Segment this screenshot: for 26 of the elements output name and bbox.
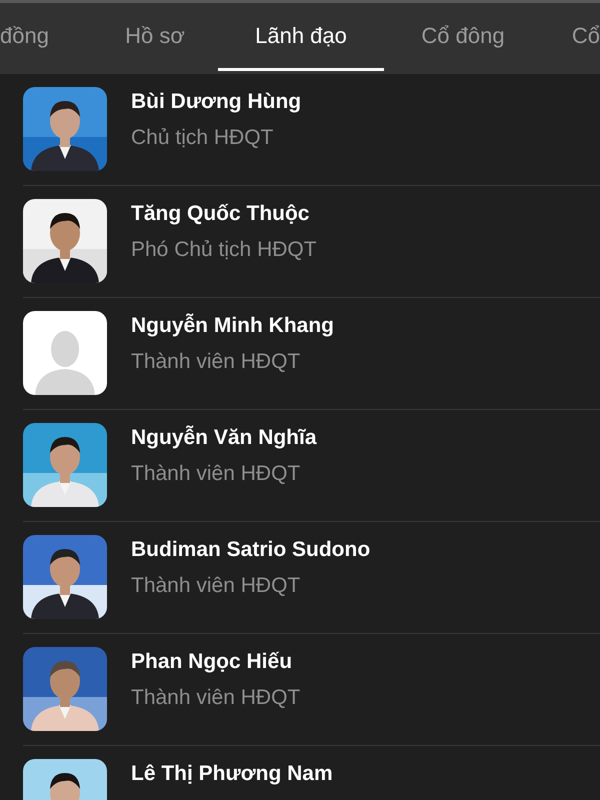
member-row[interactable]: Nguyễn Minh Khang Thành viên HĐQT xyxy=(23,298,600,410)
member-name: Nguyễn Minh Khang xyxy=(131,314,334,338)
member-role: Thành viên HĐQT xyxy=(131,350,302,374)
member-name: Phan Ngọc Hiếu xyxy=(131,650,294,674)
member-name: Bùi Dương Hùng xyxy=(131,90,302,114)
member-row[interactable]: Budiman Satrio Sudono Thành viên HĐQT xyxy=(23,522,600,634)
member-role: Phó Chủ tịch HĐQT xyxy=(131,238,317,262)
member-name: Tăng Quốc Thuộc xyxy=(131,202,310,226)
member-name: Lê Thị Phương Nam xyxy=(131,762,333,786)
member-row[interactable]: Lê Thị Phương Nam xyxy=(23,746,600,800)
tab[interactable]: Lãnh đạo xyxy=(218,3,384,71)
member-row[interactable]: Phan Ngọc Hiếu Thành viên HĐQT xyxy=(23,634,600,746)
member-row[interactable]: Nguyễn Văn Nghĩa Thành viên HĐQT xyxy=(23,410,600,522)
tab[interactable]: đồng xyxy=(0,3,92,71)
tab[interactable]: Cổ đông xyxy=(384,3,542,71)
member-role: Thành viên HĐQT xyxy=(131,462,302,486)
member-name: Nguyễn Văn Nghĩa xyxy=(131,426,317,450)
tab[interactable]: Hồ sơ xyxy=(92,3,218,71)
avatar-placeholder-icon xyxy=(23,311,107,395)
member-role: Thành viên HĐQT xyxy=(131,686,300,710)
member-role: Thành viên HĐQT xyxy=(131,574,302,598)
member-row[interactable]: Tăng Quốc Thuộc Phó Chủ tịch HĐQT xyxy=(23,186,600,298)
tab[interactable]: Cổ xyxy=(542,3,600,71)
member-row[interactable]: Bùi Dương Hùng Chủ tịch HĐQT xyxy=(23,74,600,186)
member-name: Budiman Satrio Sudono xyxy=(131,538,370,562)
member-role: Chủ tịch HĐQT xyxy=(131,126,274,150)
